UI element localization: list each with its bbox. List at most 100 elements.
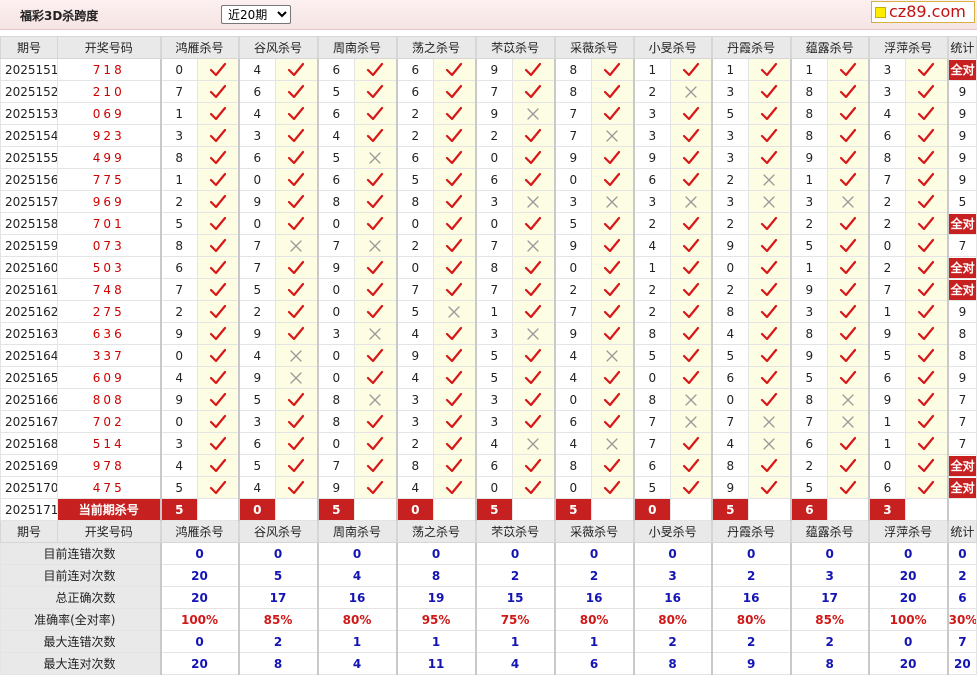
cross-icon (763, 437, 776, 450)
stats-total: 30% (946, 608, 977, 631)
check-icon (761, 84, 778, 98)
check-icon (918, 62, 935, 76)
kill-digit-cell: 5 (237, 454, 277, 477)
check-icon (918, 172, 935, 186)
kill-digit-cell: 7 (789, 410, 829, 433)
check-icon (525, 304, 542, 318)
result-mark-cell (433, 58, 477, 81)
check-icon (288, 414, 305, 428)
kill-digit-cell: 8 (789, 388, 829, 411)
current-empty-cell (275, 498, 319, 521)
result-mark-cell (354, 80, 398, 103)
result-mark-cell (591, 410, 635, 433)
check-icon (209, 62, 226, 76)
check-icon (525, 260, 542, 274)
current-kill-digit: 0 (632, 498, 672, 521)
kill-digit-cell: 8 (474, 256, 514, 279)
current-issue-cell: 2025171 (0, 498, 58, 521)
draw-number-cell: 978 (57, 454, 161, 477)
check-icon (209, 414, 226, 428)
check-icon (918, 84, 935, 98)
kill-digit-cell: 1 (789, 256, 829, 279)
check-icon (839, 370, 856, 384)
kill-digit-cell: 6 (316, 168, 356, 191)
check-icon (209, 216, 226, 230)
stats-value: 1 (395, 630, 477, 653)
check-icon (761, 458, 778, 472)
result-mark-cell (354, 212, 398, 235)
kill-digit-cell: 9 (237, 322, 277, 345)
result-mark-cell (905, 212, 949, 235)
stats-value: 0 (316, 542, 398, 565)
result-mark-cell (275, 300, 319, 323)
result-mark-cell (748, 58, 792, 81)
check-icon (525, 282, 542, 296)
result-mark-cell (196, 432, 240, 455)
table-row: 2025169 978 4 5 7 8 6 8 6 8 2 0 全对 (0, 454, 977, 477)
result-mark-cell (512, 256, 556, 279)
result-mark-cell (827, 300, 870, 323)
col-expert-header: 蕴露杀号 (789, 520, 870, 543)
stats-value: 17 (789, 586, 870, 609)
logo-text: cz89.com (889, 2, 966, 21)
result-mark-cell (827, 102, 870, 125)
check-icon (761, 238, 778, 252)
kill-digit-cell: 0 (867, 454, 907, 477)
kill-digit-cell: 2 (867, 212, 907, 235)
kill-digit-cell: 4 (474, 432, 514, 455)
kill-digit-cell: 2 (710, 278, 750, 301)
site-logo[interactable]: cz89.com (871, 1, 975, 23)
result-mark-cell (433, 476, 477, 499)
kill-digit-cell: 3 (710, 190, 750, 213)
table-row: 2025161 748 7 5 0 7 7 2 2 2 9 7 全对 (0, 278, 977, 301)
check-icon (525, 348, 542, 362)
cross-icon (369, 239, 381, 252)
issue-cell: 2025158 (0, 212, 58, 235)
table-row: 2025165 609 4 9 0 4 5 4 0 6 5 6 9 (0, 366, 977, 389)
result-mark-cell (433, 410, 477, 433)
result-mark-cell (354, 410, 398, 433)
current-kill-digit: 5 (316, 498, 356, 521)
check-icon (446, 238, 463, 252)
check-icon (288, 458, 305, 472)
check-icon (761, 326, 778, 340)
check-icon (288, 216, 305, 230)
kill-table: 期号 开奖号码 鸿雁杀号 谷风杀号 周南杀号 荡之杀号 芣苡杀号 采薇杀号 小旻杀号 丹霞杀号 蕴露… (0, 36, 977, 675)
check-icon (367, 282, 384, 296)
check-icon (288, 194, 305, 208)
kill-digit-cell: 6 (395, 80, 435, 103)
result-mark-cell (670, 256, 713, 279)
stats-row: 目前连错次数 0 0 0 0 0 0 0 0 0 0 0 (0, 542, 977, 565)
kill-digit-cell: 3 (553, 190, 593, 213)
current-kill-digit: 3 (867, 498, 907, 521)
result-mark-cell (591, 256, 635, 279)
check-icon (525, 216, 542, 230)
kill-digit-cell: 9 (553, 146, 593, 169)
draw-number-cell: 210 (57, 80, 161, 103)
col-expert-header: 丹霞杀号 (710, 520, 792, 543)
check-icon (918, 458, 935, 472)
kill-digit-cell: 4 (395, 366, 435, 389)
kill-digit-cell: 8 (789, 102, 829, 125)
result-mark-cell (591, 146, 635, 169)
kill-digit-cell: 1 (632, 256, 672, 279)
period-select[interactable]: 近20期 (221, 5, 291, 24)
stats-value: 2 (553, 564, 635, 587)
check-icon (367, 106, 384, 120)
kill-digit-cell: 3 (316, 322, 356, 345)
check-icon (209, 370, 226, 384)
kill-digit-cell: 5 (474, 344, 514, 367)
check-icon (604, 458, 621, 472)
result-mark-cell (196, 476, 240, 499)
stats-value: 8 (789, 652, 870, 675)
check-icon (446, 282, 463, 296)
check-icon (761, 304, 778, 318)
table-row: 2025167 702 0 3 8 3 3 6 7 7 7 1 7 (0, 410, 977, 433)
issue-cell: 2025152 (0, 80, 58, 103)
cross-icon (685, 85, 697, 98)
result-mark-cell (827, 58, 870, 81)
issue-cell: 2025161 (0, 278, 58, 301)
result-mark-cell (670, 124, 713, 147)
kill-digit-cell: 0 (159, 344, 198, 367)
check-icon (446, 216, 463, 230)
